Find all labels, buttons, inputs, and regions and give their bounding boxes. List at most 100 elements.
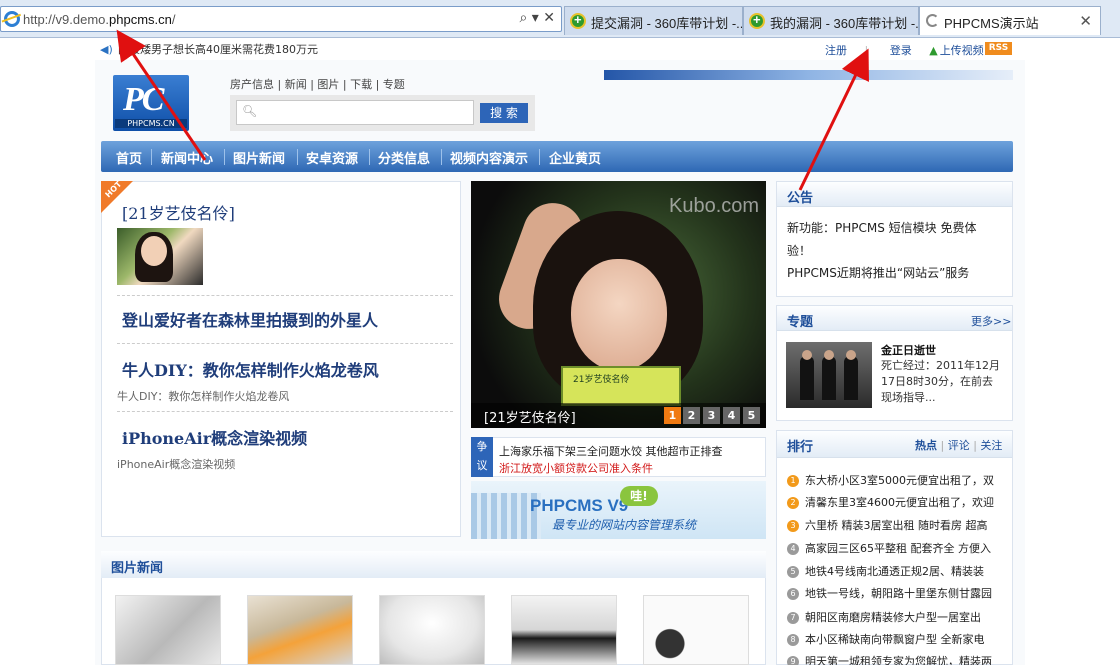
- quick-links[interactable]: 房产信息 | 新闻 | 图片 | 下载 | 专题: [230, 76, 405, 92]
- topic-title: 专题: [787, 315, 814, 330]
- slide-card: 21岁艺伎名伶: [561, 366, 681, 406]
- nav-item-classified[interactable]: 分类信息: [378, 148, 430, 167]
- search-button[interactable]: 搜 索: [480, 103, 528, 123]
- rank-text: 朝阳区南磨房精装修大户型一居室出: [805, 611, 981, 624]
- slide-card-text: 21岁艺伎名伶: [573, 375, 630, 385]
- topbar-announcement[interactable]: 国最矮男子想长高40厘米需花费180万元: [118, 41, 318, 57]
- article-summary: iPhoneAir概念渲染视频: [117, 458, 236, 471]
- logo-text: PHPCMS.CN: [115, 119, 187, 128]
- rank-text: 六里桥 精装3居室出租 随时看房 超高: [805, 519, 988, 532]
- nav-divider: [297, 149, 298, 165]
- ranking-item[interactable]: 9 明天第一城租领专家为您解忧，精装两: [787, 653, 1009, 665]
- 360-plus-icon: [570, 12, 586, 29]
- article-title[interactable]: 牛人DIY：教你怎样制作火焰龙卷风: [122, 357, 379, 381]
- rank-text: 地铁一号线，朝阳路十里堡东侧甘露园: [805, 587, 992, 600]
- debate-link[interactable]: 上海家乐福下架三全问题水饺 其他超市正排查: [499, 443, 723, 459]
- divider: [117, 295, 453, 296]
- ranking-tab-follow[interactable]: 关注: [980, 439, 1002, 452]
- thumbnail-face: [141, 236, 167, 266]
- ad-bubble: 哇!: [620, 486, 658, 506]
- address-bar[interactable]: http://v9.demo.phpcms.cn/ ⌕ ▾ ✕: [0, 6, 562, 32]
- 360-plus-icon: [749, 12, 765, 29]
- notice-item[interactable]: 新功能：PHPCMS 短信模块 免费体验！: [787, 217, 992, 263]
- ie-browser-icon: [4, 11, 20, 27]
- rank-number-badge: 6: [787, 588, 799, 600]
- speaker-icon: ◀): [100, 43, 113, 56]
- search-input[interactable]: [236, 100, 474, 125]
- browser-tab-phpcms-demo[interactable]: PHPCMS演示站 ✕: [919, 6, 1101, 35]
- article-title[interactable]: 登山爱好者在森林里拍摄到的外星人: [122, 307, 378, 331]
- login-link[interactable]: 登录: [890, 44, 912, 57]
- article-title[interactable]: iPhoneAir概念渲染视频: [122, 425, 307, 449]
- site-logo[interactable]: PC PHPCMS.CN: [113, 75, 189, 131]
- article-summary: 牛人DIY：教你怎样制作火焰龙卷风: [117, 390, 290, 403]
- topic-name[interactable]: 金正日逝世: [881, 342, 936, 358]
- slide-page-4[interactable]: 4: [723, 407, 740, 424]
- rank-text: 高家园三区65平整租 配套齐全 方便入: [805, 542, 991, 555]
- nav-item-news[interactable]: 新闻中心: [161, 148, 213, 167]
- browser-tab-my-vuln[interactable]: 我的漏洞 - 360库带计划 -...: [743, 6, 919, 35]
- ranking-tabs: 热点 | 评论 | 关注: [915, 439, 1003, 452]
- divider: [117, 343, 453, 344]
- nav-item-android[interactable]: 安卓资源: [306, 148, 358, 167]
- debate-label: 争议: [471, 437, 493, 477]
- ranking-item[interactable]: 5 地铁4号线南北通透正规2居、精装装: [787, 563, 1009, 579]
- ranking-title: 排行: [787, 440, 814, 455]
- address-url[interactable]: http://v9.demo.phpcms.cn/: [23, 12, 176, 27]
- picnews-thumb-glasses[interactable]: [379, 595, 485, 665]
- nav-item-yellowpages[interactable]: 企业黄页: [549, 148, 601, 167]
- logo-mark: PC: [123, 81, 164, 118]
- picnews-thumb-device[interactable]: [511, 595, 617, 665]
- debate-link[interactable]: 浙江放宽小额贷款公司准入条件: [499, 460, 653, 476]
- picnews-thumb-cameras[interactable]: [115, 595, 221, 665]
- headline-title[interactable]: [21岁艺伎名伶]: [122, 200, 235, 224]
- rank-number-badge: 7: [787, 612, 799, 624]
- ranking-item[interactable]: 2 清馨东里3室4600元便宜出租了，欢迎: [787, 494, 1009, 510]
- slide-page-2[interactable]: 2: [683, 407, 700, 424]
- slideshow-caption[interactable]: [21岁艺伎名伶]: [484, 407, 576, 426]
- rank-text: 东大桥小区3室5000元便宜出租了，双: [805, 474, 994, 487]
- picnews-thumb-bicycle[interactable]: [643, 595, 749, 665]
- main-nav: 首页 新闻中心 图片新闻 安卓资源 分类信息 视频内容演示 企业黄页: [101, 141, 1013, 172]
- rank-number-badge: 8: [787, 634, 799, 646]
- rank-number-badge: 3: [787, 520, 799, 532]
- nav-item-video[interactable]: 视频内容演示: [450, 148, 528, 167]
- slide-page-1[interactable]: 1: [664, 407, 681, 424]
- ranking-tab-comments[interactable]: 评论: [948, 439, 970, 452]
- slide-page-5[interactable]: 5: [743, 407, 760, 424]
- nav-divider: [441, 149, 442, 165]
- rank-text: 地铁4号线南北通透正规2居、精装装: [805, 565, 984, 578]
- ranking-item[interactable]: 7 朝阳区南磨房精装修大户型一居室出: [787, 609, 1009, 625]
- notice-title: 公告: [787, 191, 814, 206]
- topic-thumbnail[interactable]: [786, 342, 872, 408]
- notice-item[interactable]: PHPCMS近期将推出“网站云”服务: [787, 262, 969, 285]
- rss-button[interactable]: RSS: [985, 42, 1012, 55]
- nav-divider: [369, 149, 370, 165]
- ranking-item[interactable]: 4 高家园三区65平整租 配套齐全 方便入: [787, 540, 1009, 556]
- topic-more-link[interactable]: 更多>>: [971, 313, 1011, 329]
- slideshow-image[interactable]: 21岁艺伎名伶 Kubo.com: [471, 181, 766, 428]
- ranking-tab-hot[interactable]: 热点: [915, 439, 937, 452]
- ranking-item[interactable]: 1 东大桥小区3室5000元便宜出租了，双: [787, 472, 1009, 488]
- header-banner: [604, 70, 1013, 80]
- headline-thumbnail[interactable]: [117, 228, 203, 285]
- ranking-item[interactable]: 3 六里桥 精装3居室出租 随时看房 超高: [787, 517, 1009, 533]
- upload-video-link[interactable]: 上传视频: [940, 44, 984, 57]
- register-link[interactable]: 注册: [825, 44, 847, 57]
- address-tools-icon[interactable]: ⌕ ▾ ✕: [520, 10, 556, 26]
- close-tab-icon[interactable]: ✕: [1079, 12, 1092, 30]
- slide-page-3[interactable]: 3: [703, 407, 720, 424]
- nav-item-home[interactable]: 首页: [116, 148, 142, 167]
- rank-number-badge: 2: [787, 497, 799, 509]
- picnews-thumb-car[interactable]: [247, 595, 353, 665]
- rank-text: 本小区稀缺南向带飘窗户型 全新家电: [805, 633, 985, 646]
- rank-number-badge: 4: [787, 543, 799, 555]
- rank-number-badge: 9: [787, 656, 799, 665]
- topic-desc: 死亡经过：2011年12月17日8时30分，在前去现场指导...: [881, 359, 1000, 404]
- nav-divider: [539, 149, 540, 165]
- browser-tab-submit-vuln[interactable]: 提交漏洞 - 360库带计划 -...: [564, 6, 743, 35]
- ranking-item[interactable]: 8 本小区稀缺南向带飘窗户型 全新家电: [787, 631, 1009, 647]
- ranking-item[interactable]: 6 地铁一号线，朝阳路十里堡东侧甘露园: [787, 585, 1009, 601]
- nav-item-picnews[interactable]: 图片新闻: [233, 148, 285, 167]
- loading-spinner-icon: [926, 14, 939, 27]
